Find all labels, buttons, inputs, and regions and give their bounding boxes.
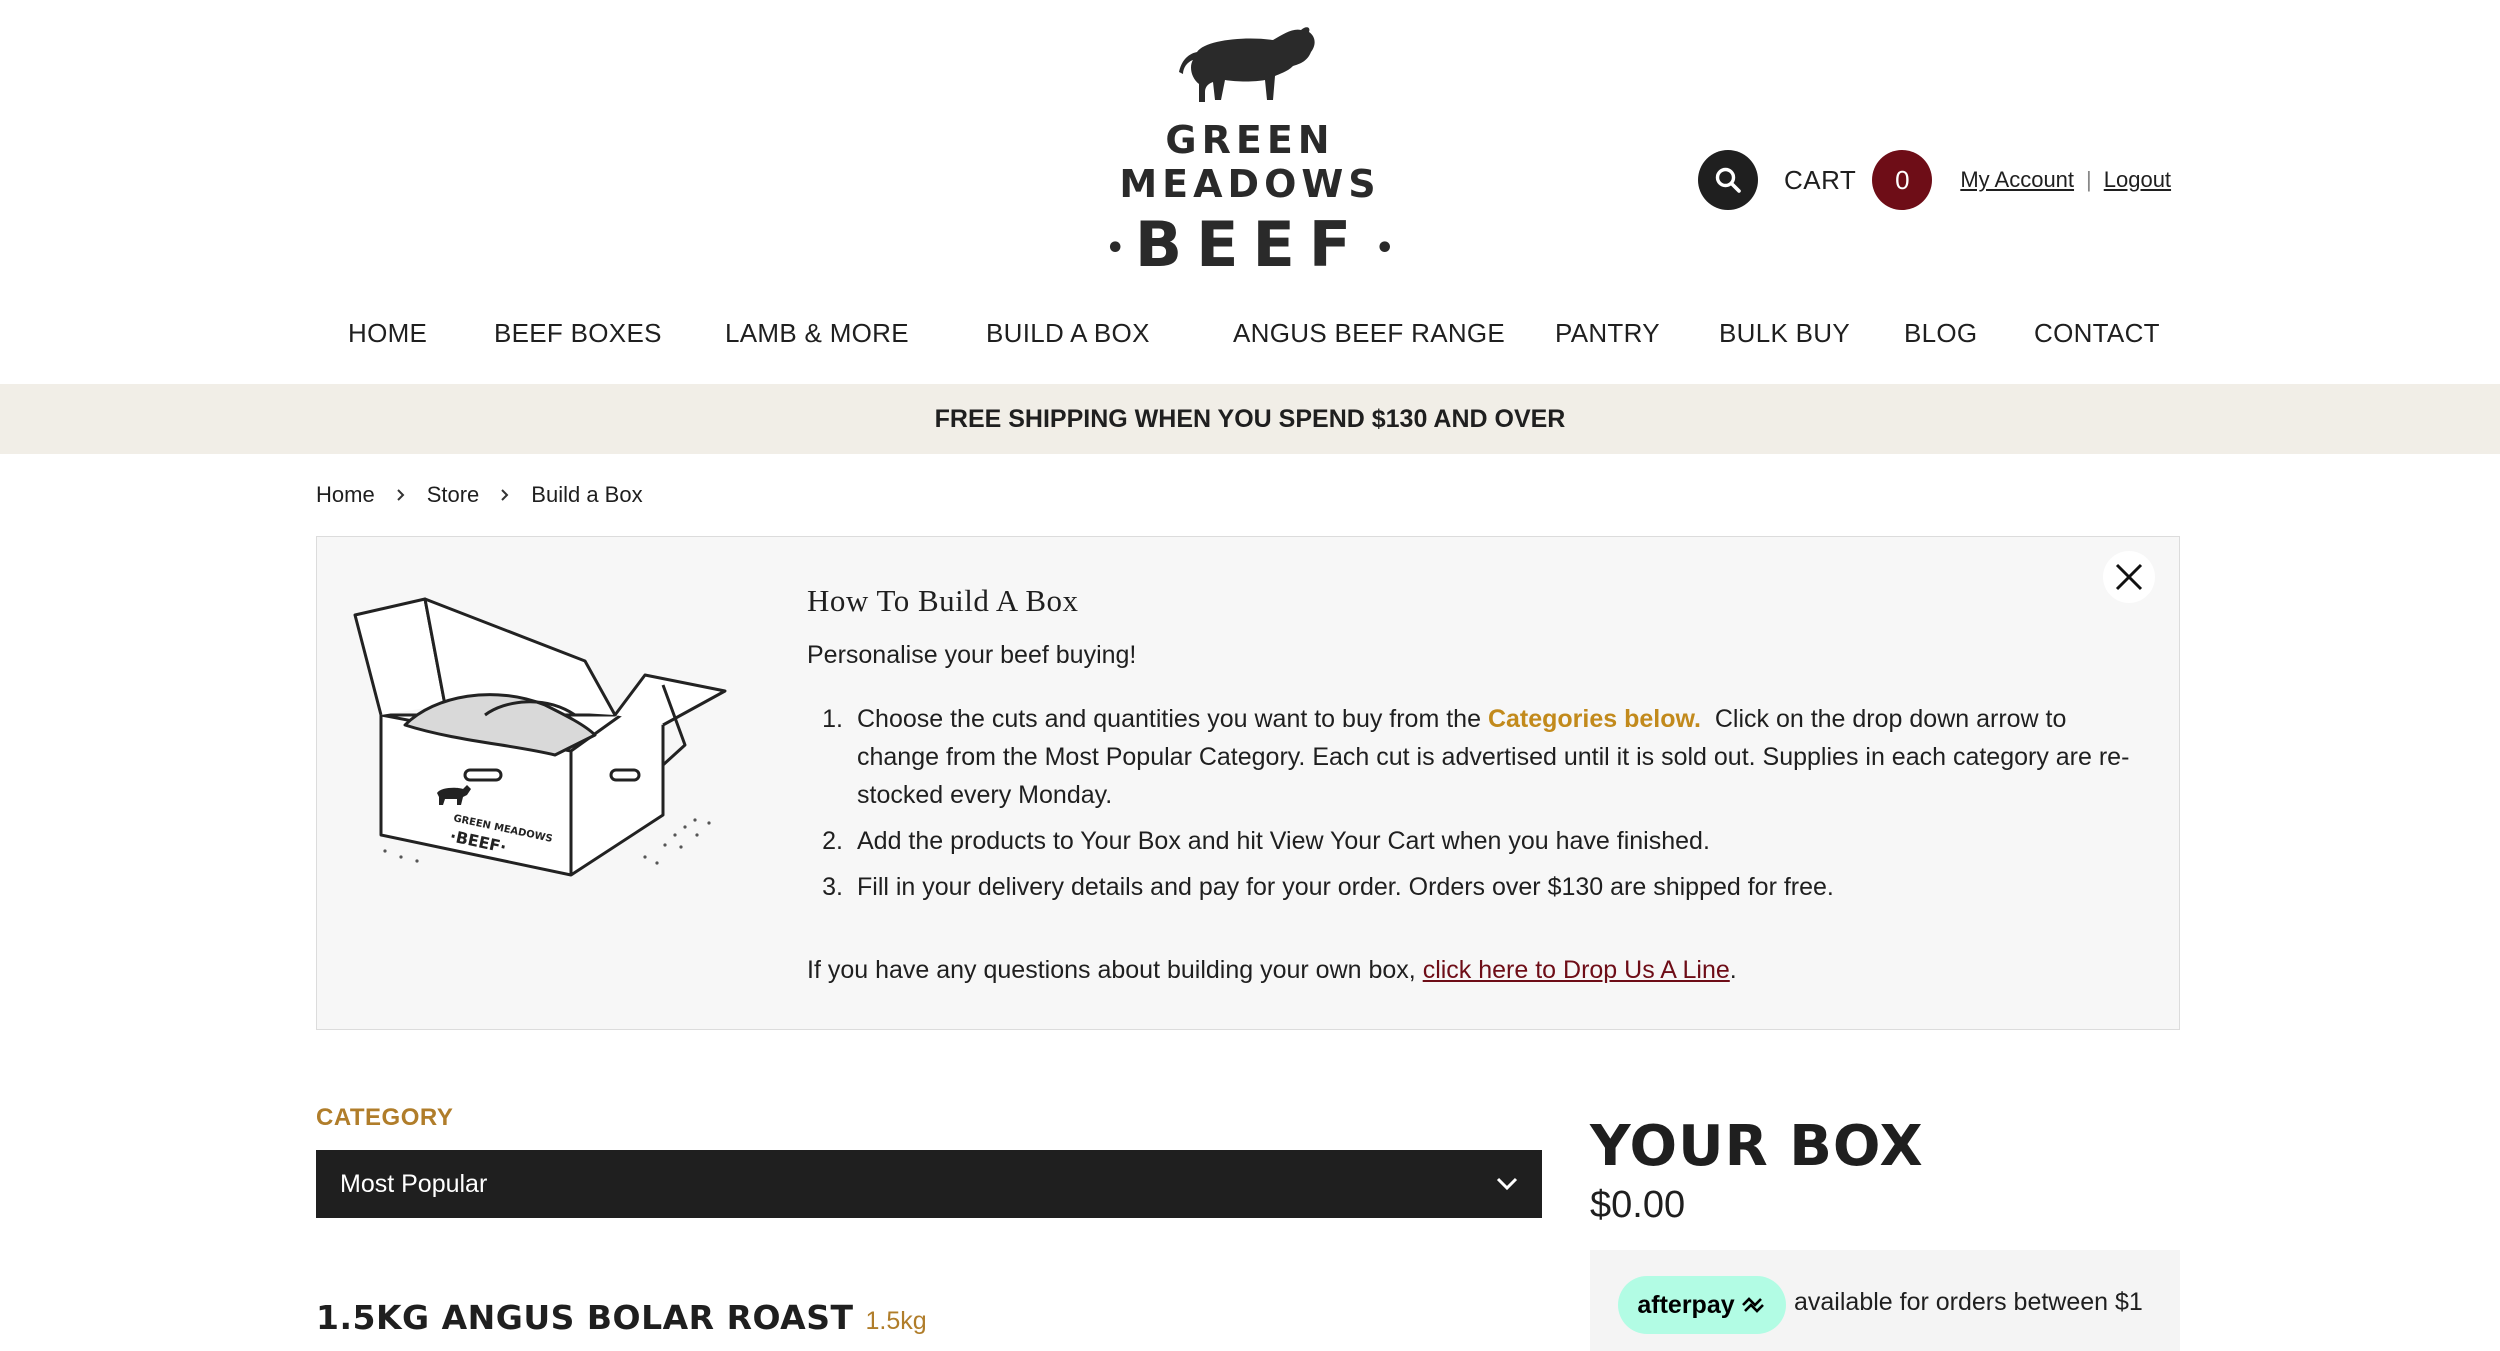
steps-list: 1. Choose the cuts and quantities you wa… — [807, 700, 2147, 906]
step-text: Add the products to Your Box and hit Vie… — [857, 827, 1710, 855]
info-subtitle: Personalise your beef buying! — [807, 641, 1137, 669]
step-item: 1. Choose the cuts and quantities you wa… — [807, 700, 2147, 814]
chevron-right-icon — [501, 489, 509, 501]
cow-icon — [1179, 27, 1315, 102]
your-box-total: $0.00 — [1590, 1184, 1686, 1226]
banner-text: FREE SHIPPING WHEN YOU SPEND $130 AND OV… — [934, 404, 1566, 433]
nav-item-pantry[interactable]: PANTRY — [1555, 318, 1660, 349]
my-account-link[interactable]: My Account — [1960, 167, 2074, 193]
breadcrumb-store[interactable]: Store — [427, 482, 480, 508]
category-label: CATEGORY — [316, 1104, 454, 1131]
product-heading: 1.5KG ANGUS BOLAR ROAST 1.5kg — [316, 1298, 927, 1337]
nav-item-beef-boxes[interactable]: BEEF BOXES — [494, 318, 662, 349]
nav-item-blog[interactable]: BLOG — [1904, 318, 1977, 349]
brand-word: BEEF — [1134, 208, 1366, 281]
link-separator: | — [2086, 167, 2092, 192]
categories-below-link[interactable]: Categories below. — [1488, 705, 1701, 733]
logout-link[interactable]: Logout — [2104, 167, 2171, 193]
chevron-down-icon — [1496, 1177, 1518, 1191]
step-text-before: Choose the cuts and quantities you want … — [857, 705, 1488, 733]
afterpay-arrows-icon — [1741, 1297, 1764, 1313]
search-icon — [1715, 167, 1741, 193]
footer-period: . — [1729, 956, 1737, 984]
afterpay-panel: afterpay available for orders between $1 — [1590, 1250, 2180, 1351]
category-selected-value: Most Popular — [340, 1169, 488, 1198]
close-panel-button[interactable] — [2103, 551, 2155, 603]
info-title: How To Build A Box — [807, 583, 1079, 618]
afterpay-text: available for orders between $1 — [1794, 1288, 2143, 1316]
cart-link[interactable]: CART — [1784, 165, 1856, 196]
brand-logo[interactable]: GREEN MEADOWS • BEEF • — [1080, 22, 1420, 281]
step-text: Fill in your delivery details and pay fo… — [857, 873, 1834, 901]
product-weight: 1.5kg — [865, 1307, 927, 1335]
nav-item-build-a-box[interactable]: BUILD A BOX — [986, 318, 1150, 349]
drop-us-a-line-link[interactable]: click here to Drop Us A Line — [1423, 956, 1730, 984]
your-box-title: YOUR BOX — [1590, 1114, 1924, 1179]
step-number: 1. — [822, 705, 843, 733]
box-illustration: GREEN MEADOWS ·BEEF· — [353, 597, 727, 877]
nav-item-home[interactable]: HOME — [348, 318, 427, 349]
cart-count-badge[interactable]: 0 — [1872, 150, 1933, 210]
header-utility: CART 0 My Account | Logout — [1698, 150, 2171, 210]
nav-item-angus-beef-range[interactable]: ANGUS BEEF RANGE — [1233, 318, 1505, 349]
nav-item-lamb-more[interactable]: LAMB & MORE — [725, 318, 909, 349]
search-button[interactable] — [1698, 150, 1758, 210]
main-nav: HOME BEEF BOXES LAMB & MORE BUILD A BOX … — [0, 318, 2500, 358]
info-content: How To Build A Box Personalise your beef… — [807, 583, 2147, 985]
afterpay-badge[interactable]: afterpay — [1618, 1276, 1786, 1334]
brand-dot-left: • — [1105, 231, 1125, 267]
brand-dot-right: • — [1375, 231, 1395, 267]
breadcrumb-home[interactable]: Home — [316, 482, 375, 508]
step-number: 3. — [822, 873, 843, 901]
close-icon — [2115, 563, 2143, 591]
breadcrumb: Home Store Build a Box — [316, 480, 643, 510]
step-number: 2. — [822, 827, 843, 855]
free-shipping-banner: FREE SHIPPING WHEN YOU SPEND $130 AND OV… — [0, 384, 2500, 454]
nav-item-bulk-buy[interactable]: BULK BUY — [1719, 318, 1850, 349]
step-text: Choose the cuts and quantities you want … — [857, 700, 2147, 814]
product-name: 1.5KG ANGUS BOLAR ROAST — [316, 1298, 854, 1337]
info-footer: If you have any questions about building… — [807, 956, 2147, 985]
afterpay-label: afterpay — [1637, 1290, 1735, 1319]
site-header: GREEN MEADOWS • BEEF • CART 0 My Account |… — [0, 0, 2500, 384]
brand-line-1: GREEN MEADOWS — [1119, 118, 1381, 206]
chevron-right-icon — [396, 489, 405, 501]
category-select[interactable]: Most Popular — [316, 1150, 1542, 1218]
footer-text: If you have any questions about building… — [807, 956, 1423, 984]
step-item: 3. Fill in your delivery details and pay… — [807, 868, 2147, 906]
how-to-build-panel: GREEN MEADOWS ·BEEF· How To Build A Box … — [316, 536, 2180, 1030]
brand-line-2: • BEEF • — [1080, 208, 1420, 281]
breadcrumb-current: Build a Box — [531, 482, 643, 507]
step-item: 2. Add the products to Your Box and hit … — [807, 822, 2147, 860]
nav-item-contact[interactable]: CONTACT — [2034, 318, 2160, 349]
